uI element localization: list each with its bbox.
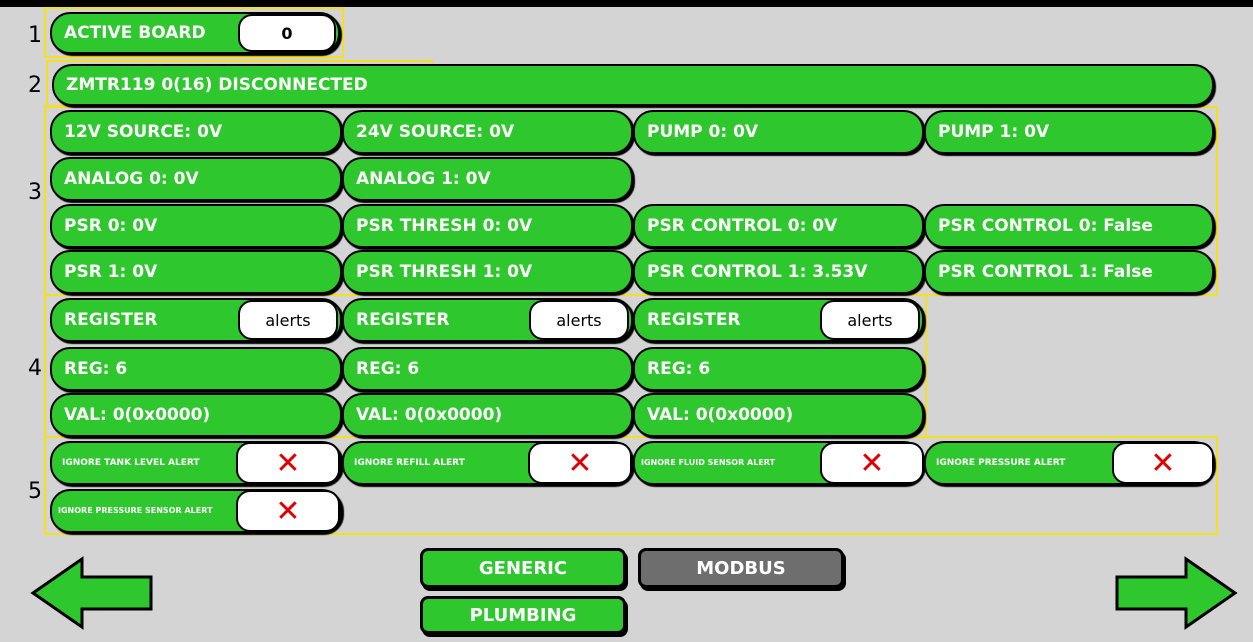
reading-text: PSR CONTROL 1: False: [938, 262, 1153, 282]
register-0-input[interactable]: alerts: [238, 300, 338, 340]
reading-text: ANALOG 1: 0V: [356, 169, 491, 189]
register-2-val: VAL: 0(0x0000): [633, 393, 924, 437]
reading-psr-0: PSR 0: 0V: [50, 204, 342, 248]
top-bar: [0, 0, 1253, 7]
active-board-input[interactable]: 0: [238, 14, 336, 52]
reading-pump-1: PUMP 1: 0V: [924, 110, 1214, 154]
reading-text: PSR CONTROL 1: 3.53V: [647, 262, 868, 282]
ignore-pressure-toggle[interactable]: ✕: [1112, 442, 1214, 484]
device-status-text: ZMTR119 0(16) DISCONNECTED: [66, 75, 368, 95]
reading-text: PSR CONTROL 0: 0V: [647, 216, 838, 236]
register-1-input[interactable]: alerts: [529, 300, 629, 340]
register-label: REGISTER: [64, 310, 158, 330]
tab-modbus[interactable]: MODBUS: [638, 548, 844, 588]
reading-text: PSR CONTROL 0: False: [938, 216, 1153, 236]
reading-psr-control-1-state: PSR CONTROL 1: False: [924, 250, 1214, 294]
register-1-reg: REG: 6: [342, 347, 633, 391]
register-0-reg: REG: 6: [50, 347, 342, 391]
reading-psr-control-0-state: PSR CONTROL 0: False: [924, 204, 1214, 248]
ignore-label: IGNORE TANK LEVEL ALERT: [62, 458, 200, 468]
val-text: VAL: 0(0x0000): [647, 405, 794, 425]
reading-text: ANALOG 0: 0V: [64, 169, 199, 189]
reading-12v-source: 12V SOURCE: 0V: [50, 110, 342, 154]
reading-text: PUMP 0: 0V: [647, 122, 759, 142]
register-label: REGISTER: [356, 310, 450, 330]
val-text: VAL: 0(0x0000): [356, 405, 503, 425]
section-number-1: 1: [28, 23, 42, 48]
reading-text: 12V SOURCE: 0V: [64, 122, 223, 142]
reading-psr-thresh-1: PSR THRESH 1: 0V: [342, 250, 633, 294]
ignore-label: IGNORE REFILL ALERT: [354, 458, 465, 468]
reading-text: PSR THRESH 1: 0V: [356, 262, 533, 282]
right-arrow-icon[interactable]: [1114, 556, 1238, 630]
ignore-refill-toggle[interactable]: ✕: [528, 442, 632, 484]
reading-24v-source: 24V SOURCE: 0V: [342, 110, 633, 154]
section-number-4: 4: [28, 356, 42, 381]
register-2-reg: REG: 6: [633, 347, 924, 391]
device-status-bar: ZMTR119 0(16) DISCONNECTED: [52, 64, 1214, 106]
ignore-tank-level-toggle[interactable]: ✕: [236, 442, 340, 484]
reg-text: REG: 6: [647, 359, 711, 379]
ignore-label: IGNORE PRESSURE SENSOR ALERT: [58, 506, 213, 515]
ignore-label: IGNORE FLUID SENSOR ALERT: [641, 458, 776, 467]
reading-text: 24V SOURCE: 0V: [356, 122, 515, 142]
reading-psr-1: PSR 1: 0V: [50, 250, 342, 294]
reading-analog-1: ANALOG 1: 0V: [342, 157, 633, 201]
reg-text: REG: 6: [356, 359, 420, 379]
ignore-pressure-sensor-toggle[interactable]: ✕: [236, 490, 340, 532]
left-arrow-icon[interactable]: [30, 556, 154, 630]
reading-text: PUMP 1: 0V: [938, 122, 1050, 142]
reading-psr-control-0-voltage: PSR CONTROL 0: 0V: [633, 204, 924, 248]
reading-text: PSR THRESH 0: 0V: [356, 216, 533, 236]
reading-pump-0: PUMP 0: 0V: [633, 110, 924, 154]
reg-text: REG: 6: [64, 359, 128, 379]
ignore-label: IGNORE PRESSURE ALERT: [936, 458, 1066, 468]
section-number-5: 5: [28, 479, 42, 504]
ignore-fluid-sensor-toggle[interactable]: ✕: [820, 442, 924, 484]
reading-analog-0: ANALOG 0: 0V: [50, 157, 342, 201]
val-text: VAL: 0(0x0000): [64, 405, 211, 425]
reading-text: PSR 0: 0V: [64, 216, 158, 236]
section-number-3: 3: [28, 180, 42, 205]
active-board-label-text: ACTIVE BOARD: [64, 23, 206, 43]
reading-psr-control-1-voltage: PSR CONTROL 1: 3.53V: [633, 250, 924, 294]
reading-psr-thresh-0: PSR THRESH 0: 0V: [342, 204, 633, 248]
tab-generic[interactable]: GENERIC: [420, 548, 626, 588]
section-number-2: 2: [28, 73, 42, 98]
tab-plumbing[interactable]: PLUMBING: [420, 596, 626, 634]
register-2-input[interactable]: alerts: [820, 300, 920, 340]
register-0-val: VAL: 0(0x0000): [50, 393, 342, 437]
reading-text: PSR 1: 0V: [64, 262, 158, 282]
register-label: REGISTER: [647, 310, 741, 330]
register-1-val: VAL: 0(0x0000): [342, 393, 633, 437]
